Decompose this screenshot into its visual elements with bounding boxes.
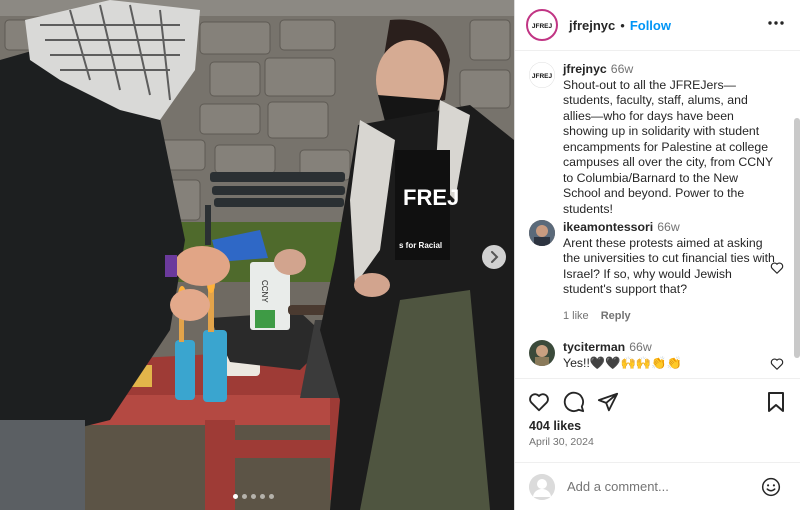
emoji-button[interactable] [761, 477, 781, 502]
svg-text:JFREJ: JFREJ [532, 23, 553, 30]
chevron-right-icon [491, 251, 499, 263]
like-button[interactable] [528, 391, 550, 418]
like-comment-button[interactable] [770, 261, 784, 280]
viewer-avatar [529, 473, 555, 500]
like-comment-button[interactable] [770, 357, 784, 376]
comment-icon [563, 391, 585, 413]
add-comment-input[interactable] [567, 479, 747, 494]
comment-item: tyciterman 66w Yes!!🖤🖤🙌🙌👏👏 [529, 340, 784, 371]
comment-time: 66w [657, 220, 680, 234]
caption-username[interactable]: jfrejnyc [563, 62, 607, 76]
comment-meta: 1 like Reply [563, 309, 778, 325]
post-caption: JFREJ jfrejnyc 66w Shout-out to all the J… [529, 62, 784, 217]
emoji-icon [761, 477, 781, 497]
heart-icon [770, 358, 784, 370]
comments-section[interactable]: JFREJ jfrejnyc 66w Shout-out to all the J… [515, 52, 800, 377]
header-separator: • [620, 17, 625, 33]
caption-time: 66w [610, 62, 634, 76]
avatar-photo [529, 340, 555, 366]
save-button[interactable] [766, 391, 786, 418]
more-options-button[interactable] [767, 14, 785, 37]
caption-avatar[interactable]: JFREJ [529, 62, 555, 88]
heart-icon [770, 262, 784, 274]
photo-scene: CCNY FREJ s for Racial [0, 0, 514, 510]
author-avatar[interactable]: JFREJ [526, 9, 558, 41]
avatar-photo [529, 220, 555, 246]
svg-text:JFREJ: JFREJ [532, 73, 553, 80]
bookmark-icon [768, 392, 784, 412]
commenter-avatar[interactable] [529, 340, 555, 366]
caption-text: Shout-out to all the JFREJers—students, … [563, 77, 774, 216]
likes-count[interactable]: 404 likes [529, 419, 581, 433]
svg-text:CCNY: CCNY [260, 280, 269, 303]
share-icon [597, 392, 619, 412]
reply-button[interactable]: Reply [601, 310, 631, 322]
carousel-dot [260, 494, 265, 499]
svg-text:s for Racial: s for Racial [399, 241, 442, 250]
carousel-dot [269, 494, 274, 499]
comment-username[interactable]: ikeamontessori [563, 220, 653, 234]
post-actions [515, 378, 800, 422]
commenter-avatar[interactable] [529, 220, 555, 246]
share-button[interactable] [597, 391, 619, 418]
svg-text:FREJ: FREJ [403, 185, 459, 210]
jfrej-logo: JFREJ [529, 12, 555, 38]
post-photo[interactable]: CCNY FREJ s for Racial [0, 0, 514, 510]
comment-button[interactable] [563, 391, 585, 418]
next-photo-button[interactable] [482, 245, 506, 269]
comment-item: ikeamontessori 66w Arent these protests a… [529, 220, 784, 324]
user-icon [529, 473, 555, 500]
comment-text: Arent these protests aimed at asking the… [563, 235, 775, 297]
jfrej-logo: JFREJ [529, 62, 555, 88]
comments-scrollbar[interactable] [794, 118, 800, 358]
carousel-dot [251, 494, 256, 499]
comment-time: 66w [629, 340, 652, 354]
carousel-dot [242, 494, 247, 499]
heart-icon [529, 393, 549, 412]
carousel-indicator [233, 494, 274, 499]
post-header: JFREJ jfrejnyc • Follow [515, 0, 800, 51]
post-date: April 30, 2024 [529, 436, 594, 448]
add-comment-bar [515, 462, 800, 510]
comment-text: Yes!!🖤🖤🙌🙌👏👏 [563, 355, 682, 370]
comment-username[interactable]: tyciterman [563, 340, 625, 354]
carousel-dot [233, 494, 238, 499]
follow-button[interactable]: Follow [630, 18, 671, 33]
more-options-icon [768, 21, 784, 25]
post-panel: JFREJ jfrejnyc • Follow JFREJ jfrejnyc 66… [514, 0, 800, 510]
author-username[interactable]: jfrejnyc [569, 18, 615, 33]
comment-likes[interactable]: 1 like [563, 310, 589, 322]
